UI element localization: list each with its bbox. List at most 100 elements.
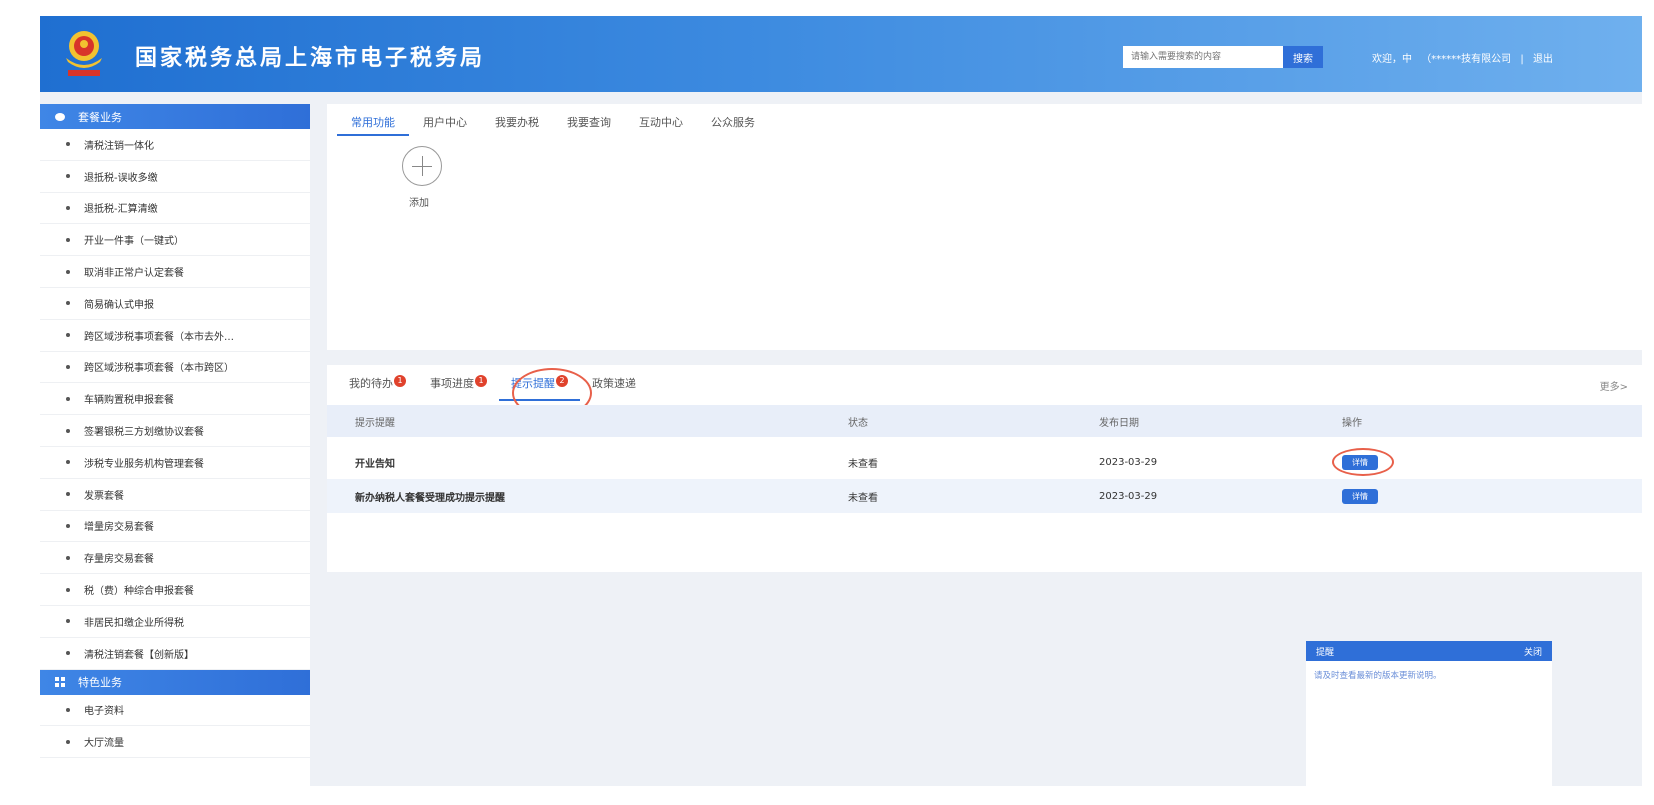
grid-icon bbox=[55, 677, 65, 688]
column-header: 提示提醒 bbox=[355, 417, 395, 429]
bullet-icon bbox=[66, 142, 70, 147]
reminder-title[interactable]: 新办纳税人套餐受理成功提示提醒 bbox=[355, 479, 505, 513]
sidebar-item-label: 增量房交易套餐 bbox=[84, 522, 154, 534]
sidebar-item[interactable]: 取消非正常户认定套餐 bbox=[40, 256, 310, 288]
logout-link[interactable]: 退出 bbox=[1533, 54, 1553, 65]
sidebar-item[interactable]: 车辆购置税申报套餐 bbox=[40, 383, 310, 416]
reminder-title[interactable]: 开业告知 bbox=[355, 445, 395, 479]
site-title: 国家税务总局上海市电子税务局 bbox=[135, 46, 486, 71]
bullet-icon bbox=[66, 587, 70, 592]
sidebar-section-packages[interactable]: 套餐业务 bbox=[40, 104, 310, 129]
table-row: 新办纳税人套餐受理成功提示提醒 未查看 2023-03-29 详情 bbox=[327, 479, 1642, 513]
reminders-panel: 我的待办 1 事项进度 1 提示提醒 2 政策速递 更多> 提示提醒 状态 发布日期 … bbox=[327, 365, 1642, 572]
sidebar-item[interactable]: 电子资料 bbox=[40, 695, 310, 727]
sidebar-item-label: 跨区域涉税事项套餐（本市去外… bbox=[84, 331, 234, 343]
sidebar-item[interactable]: 存量房交易套餐 bbox=[40, 542, 310, 575]
sidebar-item-label: 退抵税-误收多缴 bbox=[84, 172, 158, 184]
search-input[interactable] bbox=[1123, 46, 1283, 68]
bullet-icon bbox=[66, 333, 70, 338]
bullet-icon bbox=[66, 174, 70, 179]
column-header: 操作 bbox=[1342, 417, 1362, 429]
sidebar: 套餐业务 清税注销一体化 退抵税-误收多缴 退抵税-汇算清缴 开业一件事（一键式… bbox=[40, 104, 310, 786]
tab-progress[interactable]: 事项进度 1 bbox=[418, 365, 499, 401]
common-functions-panel: 常用功能 用户中心 我要办税 我要查询 互动中心 公众服务 添加 bbox=[327, 104, 1642, 350]
bullet-icon bbox=[66, 237, 70, 242]
sidebar-item[interactable]: 涉税专业服务机构管理套餐 bbox=[40, 447, 310, 479]
company-name[interactable]: （******技有限公司 bbox=[1421, 54, 1511, 65]
package-icon bbox=[55, 112, 65, 121]
sidebar-item-label: 电子资料 bbox=[84, 706, 124, 718]
sidebar-item[interactable]: 退抵税-误收多缴 bbox=[40, 161, 310, 193]
bullet-icon bbox=[66, 651, 70, 656]
table-header: 提示提醒 状态 发布日期 操作 bbox=[327, 405, 1642, 437]
detail-button[interactable]: 详情 bbox=[1342, 488, 1378, 504]
bullet-icon bbox=[66, 460, 70, 465]
sidebar-item[interactable]: 非居民扣缴企业所得税 bbox=[40, 606, 310, 638]
top-tabs: 常用功能 用户中心 我要办税 我要查询 互动中心 公众服务 bbox=[337, 104, 769, 136]
notice-title: 提醒 bbox=[1316, 647, 1335, 658]
sidebar-item-label: 取消非正常户认定套餐 bbox=[84, 268, 184, 280]
notice-body[interactable]: 请及时查看最新的版本更新说明。 bbox=[1306, 661, 1552, 689]
sidebar-item[interactable]: 税（费）种综合申报套餐 bbox=[40, 574, 310, 606]
notice-header: 提醒 关闭 bbox=[1306, 641, 1552, 661]
column-header: 状态 bbox=[848, 417, 868, 429]
sidebar-item-label: 税（费）种综合申报套餐 bbox=[84, 586, 194, 598]
tab-query[interactable]: 我要查询 bbox=[553, 104, 625, 136]
column-header: 发布日期 bbox=[1099, 417, 1139, 429]
sidebar-item[interactable]: 增量房交易套餐 bbox=[40, 511, 310, 543]
tax-emblem-icon bbox=[66, 31, 102, 76]
sidebar-item[interactable]: 发票套餐 bbox=[40, 479, 310, 511]
notice-popup: 提醒 关闭 请及时查看最新的版本更新说明。 bbox=[1306, 641, 1552, 786]
tab-label: 事项进度 bbox=[430, 377, 474, 390]
sidebar-item-label: 大厅流量 bbox=[84, 738, 124, 750]
sidebar-section-label: 特色业务 bbox=[78, 676, 122, 690]
search-button[interactable]: 搜索 bbox=[1283, 46, 1323, 68]
bullet-icon bbox=[66, 269, 70, 274]
header-separator: | bbox=[1520, 54, 1524, 65]
tab-my-todo[interactable]: 我的待办 1 bbox=[337, 365, 418, 401]
more-link[interactable]: 更多> bbox=[1600, 378, 1628, 393]
sidebar-item-label: 签署银税三方划缴协议套餐 bbox=[84, 427, 204, 439]
sidebar-item-label: 清税注销一体化 bbox=[84, 140, 154, 152]
header-bar: 国家税务总局上海市电子税务局 搜索 欢迎，中 （******技有限公司 | 退出 bbox=[40, 16, 1642, 92]
bullet-icon bbox=[66, 301, 70, 306]
sidebar-item[interactable]: 清税注销一体化 bbox=[40, 129, 310, 161]
reminder-status: 未查看 bbox=[848, 492, 878, 504]
bullet-icon bbox=[66, 364, 70, 369]
sidebar-section-special[interactable]: 特色业务 bbox=[40, 669, 310, 695]
sidebar-item[interactable]: 大厅流量 bbox=[40, 726, 310, 759]
tab-file-tax[interactable]: 我要办税 bbox=[481, 104, 553, 136]
sidebar-item[interactable]: 退抵税-汇算清缴 bbox=[40, 193, 310, 225]
sidebar-item[interactable]: 简易确认式申报 bbox=[40, 288, 310, 320]
lower-tabs: 我的待办 1 事项进度 1 提示提醒 2 政策速递 bbox=[337, 365, 648, 401]
reminder-date: 2023-03-29 bbox=[1099, 490, 1158, 502]
sidebar-item-label: 退抵税-汇算清缴 bbox=[84, 204, 158, 216]
reminder-date: 2023-03-29 bbox=[1099, 456, 1158, 468]
tab-user-center[interactable]: 用户中心 bbox=[409, 104, 481, 136]
notice-close-button[interactable]: 关闭 bbox=[1524, 645, 1542, 658]
sidebar-item[interactable]: 开业一件事（一键式） bbox=[40, 224, 310, 257]
action-cell: 详情 bbox=[1342, 479, 1378, 513]
add-function-icon[interactable] bbox=[402, 146, 442, 186]
tab-common-functions[interactable]: 常用功能 bbox=[337, 104, 409, 136]
sidebar-item-label: 清税注销套餐【创新版】 bbox=[84, 649, 194, 661]
highlight-ring bbox=[1332, 448, 1394, 476]
tab-public-services[interactable]: 公众服务 bbox=[697, 104, 769, 136]
count-badge: 1 bbox=[394, 375, 406, 387]
sidebar-item[interactable]: 清税注销套餐【创新版】 bbox=[40, 638, 310, 670]
sidebar-item-label: 简易确认式申报 bbox=[84, 299, 154, 311]
sidebar-item-label: 发票套餐 bbox=[84, 490, 124, 502]
tab-label: 我的待办 bbox=[349, 377, 393, 390]
bullet-icon bbox=[66, 707, 70, 712]
tab-interaction[interactable]: 互动中心 bbox=[625, 104, 697, 136]
sidebar-item[interactable]: 跨区域涉税事项套餐（本市去外… bbox=[40, 320, 310, 352]
sidebar-item-label: 跨区域涉税事项套餐（本市跨区） bbox=[84, 363, 234, 375]
bullet-icon bbox=[66, 428, 70, 433]
sidebar-item[interactable]: 签署银税三方划缴协议套餐 bbox=[40, 415, 310, 447]
sidebar-item[interactable]: 跨区域涉税事项套餐（本市跨区） bbox=[40, 352, 310, 384]
bullet-icon bbox=[66, 492, 70, 497]
sidebar-item-label: 涉税专业服务机构管理套餐 bbox=[84, 458, 204, 470]
add-function-label: 添加 bbox=[409, 198, 429, 209]
user-area: 欢迎，中 （******技有限公司 | 退出 bbox=[1372, 50, 1559, 65]
sidebar-item-label: 车辆购置税申报套餐 bbox=[84, 395, 174, 407]
